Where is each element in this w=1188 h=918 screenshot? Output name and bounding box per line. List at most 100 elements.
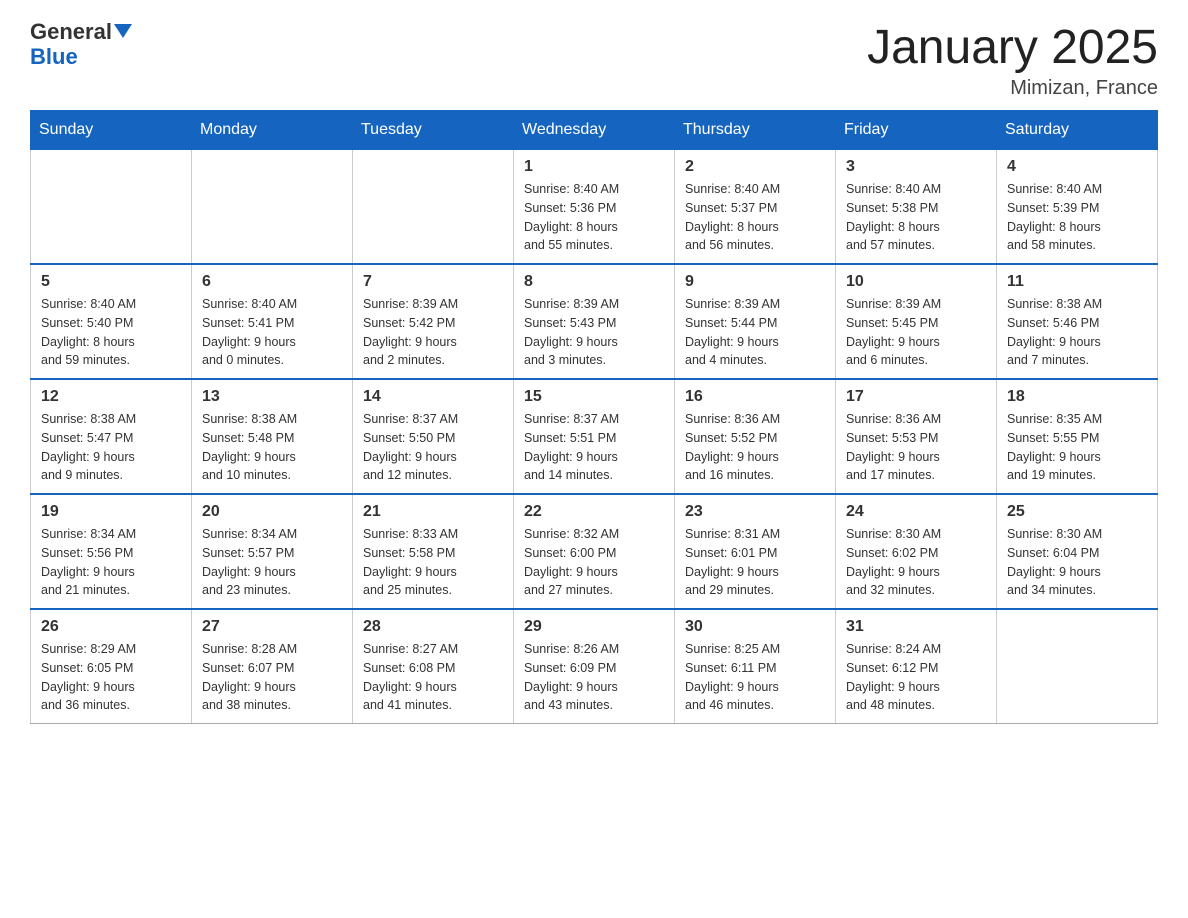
calendar-cell: 19 Sunrise: 8:34 AM Sunset: 5:56 PM Dayli…	[31, 494, 192, 609]
main-title: January 2025	[867, 20, 1158, 75]
calendar-week-1: 1Sunrise: 8:40 AM Sunset: 5:36 PM Daylig…	[31, 150, 1158, 265]
day-number: 9	[685, 273, 825, 291]
day-info: Sunrise: 8:40 AM Sunset: 5:40 PM Dayligh…	[41, 295, 181, 370]
calendar-cell: 16 Sunrise: 8:36 AM Sunset: 5:52 PM Dayli…	[675, 379, 836, 494]
day-number: 10	[846, 273, 986, 291]
day-info: Sunrise: 8:40 AM Sunset: 5:39 PM Dayligh…	[1007, 180, 1147, 255]
day-number: 26	[41, 618, 181, 636]
day-info: Sunrise: 8:27 AM Sunset: 6:08 PM Dayligh…	[363, 640, 503, 715]
calendar-cell: 8 Sunrise: 8:39 AM Sunset: 5:43 PM Daylig…	[514, 264, 675, 379]
calendar-cell: 3 Sunrise: 8:40 AM Sunset: 5:38 PM Daylig…	[836, 150, 997, 265]
day-info: Sunrise: 8:39 AM Sunset: 5:43 PM Dayligh…	[524, 295, 664, 370]
calendar-cell: 15Sunrise: 8:37 AM Sunset: 5:51 PM Dayli…	[514, 379, 675, 494]
day-info: Sunrise: 8:35 AM Sunset: 5:55 PM Dayligh…	[1007, 410, 1147, 485]
day-number: 18	[1007, 388, 1147, 406]
day-number: 25	[1007, 503, 1147, 521]
page-header: General Blue January 2025 Mimizan, Franc…	[30, 20, 1158, 100]
calendar-cell: 30 Sunrise: 8:25 AM Sunset: 6:11 PM Dayli…	[675, 609, 836, 724]
day-number: 14	[363, 388, 503, 406]
calendar-week-4: 19 Sunrise: 8:34 AM Sunset: 5:56 PM Dayli…	[31, 494, 1158, 609]
title-section: January 2025 Mimizan, France	[867, 20, 1158, 100]
day-info: Sunrise: 8:26 AM Sunset: 6:09 PM Dayligh…	[524, 640, 664, 715]
day-info: Sunrise: 8:40 AM Sunset: 5:38 PM Dayligh…	[846, 180, 986, 255]
day-number: 24	[846, 503, 986, 521]
calendar-cell: 27Sunrise: 8:28 AM Sunset: 6:07 PM Dayli…	[192, 609, 353, 724]
calendar-cell: 11Sunrise: 8:38 AM Sunset: 5:46 PM Dayli…	[997, 264, 1158, 379]
calendar-header-friday: Friday	[836, 111, 997, 150]
day-number: 29	[524, 618, 664, 636]
calendar-table: SundayMondayTuesdayWednesdayThursdayFrid…	[30, 110, 1158, 724]
day-number: 6	[202, 273, 342, 291]
calendar-cell: 1Sunrise: 8:40 AM Sunset: 5:36 PM Daylig…	[514, 150, 675, 265]
day-info: Sunrise: 8:40 AM Sunset: 5:41 PM Dayligh…	[202, 295, 342, 370]
day-info: Sunrise: 8:25 AM Sunset: 6:11 PM Dayligh…	[685, 640, 825, 715]
day-number: 30	[685, 618, 825, 636]
day-info: Sunrise: 8:39 AM Sunset: 5:44 PM Dayligh…	[685, 295, 825, 370]
logo-general: General	[30, 20, 112, 44]
day-number: 13	[202, 388, 342, 406]
calendar-cell: 21Sunrise: 8:33 AM Sunset: 5:58 PM Dayli…	[353, 494, 514, 609]
day-info: Sunrise: 8:38 AM Sunset: 5:48 PM Dayligh…	[202, 410, 342, 485]
day-info: Sunrise: 8:38 AM Sunset: 5:46 PM Dayligh…	[1007, 295, 1147, 370]
day-info: Sunrise: 8:34 AM Sunset: 5:57 PM Dayligh…	[202, 525, 342, 600]
calendar-cell: 20 Sunrise: 8:34 AM Sunset: 5:57 PM Dayli…	[192, 494, 353, 609]
day-info: Sunrise: 8:30 AM Sunset: 6:04 PM Dayligh…	[1007, 525, 1147, 600]
subtitle: Mimizan, France	[867, 77, 1158, 100]
day-info: Sunrise: 8:40 AM Sunset: 5:37 PM Dayligh…	[685, 180, 825, 255]
day-info: Sunrise: 8:30 AM Sunset: 6:02 PM Dayligh…	[846, 525, 986, 600]
calendar-cell: 5 Sunrise: 8:40 AM Sunset: 5:40 PM Daylig…	[31, 264, 192, 379]
day-number: 16	[685, 388, 825, 406]
calendar-cell	[997, 609, 1158, 724]
day-number: 3	[846, 158, 986, 176]
calendar-cell	[353, 150, 514, 265]
day-number: 23	[685, 503, 825, 521]
day-number: 8	[524, 273, 664, 291]
day-number: 5	[41, 273, 181, 291]
day-number: 20	[202, 503, 342, 521]
calendar-cell: 31 Sunrise: 8:24 AM Sunset: 6:12 PM Dayli…	[836, 609, 997, 724]
day-number: 12	[41, 388, 181, 406]
day-number: 17	[846, 388, 986, 406]
logo-blue: Blue	[30, 44, 78, 70]
day-number: 2	[685, 158, 825, 176]
day-number: 28	[363, 618, 503, 636]
calendar-cell: 26 Sunrise: 8:29 AM Sunset: 6:05 PM Dayli…	[31, 609, 192, 724]
calendar-cell: 14 Sunrise: 8:37 AM Sunset: 5:50 PM Dayli…	[353, 379, 514, 494]
day-info: Sunrise: 8:29 AM Sunset: 6:05 PM Dayligh…	[41, 640, 181, 715]
day-info: Sunrise: 8:34 AM Sunset: 5:56 PM Dayligh…	[41, 525, 181, 600]
day-info: Sunrise: 8:36 AM Sunset: 5:53 PM Dayligh…	[846, 410, 986, 485]
calendar-cell: 6 Sunrise: 8:40 AM Sunset: 5:41 PM Daylig…	[192, 264, 353, 379]
calendar-header-wednesday: Wednesday	[514, 111, 675, 150]
day-info: Sunrise: 8:36 AM Sunset: 5:52 PM Dayligh…	[685, 410, 825, 485]
day-info: Sunrise: 8:32 AM Sunset: 6:00 PM Dayligh…	[524, 525, 664, 600]
day-info: Sunrise: 8:39 AM Sunset: 5:42 PM Dayligh…	[363, 295, 503, 370]
day-info: Sunrise: 8:38 AM Sunset: 5:47 PM Dayligh…	[41, 410, 181, 485]
day-info: Sunrise: 8:39 AM Sunset: 5:45 PM Dayligh…	[846, 295, 986, 370]
day-number: 31	[846, 618, 986, 636]
logo: General Blue	[30, 20, 132, 70]
day-number: 19	[41, 503, 181, 521]
calendar-header-tuesday: Tuesday	[353, 111, 514, 150]
calendar-week-5: 26 Sunrise: 8:29 AM Sunset: 6:05 PM Dayli…	[31, 609, 1158, 724]
calendar-cell: 9 Sunrise: 8:39 AM Sunset: 5:44 PM Daylig…	[675, 264, 836, 379]
day-info: Sunrise: 8:37 AM Sunset: 5:51 PM Dayligh…	[524, 410, 664, 485]
day-number: 4	[1007, 158, 1147, 176]
calendar-cell: 13 Sunrise: 8:38 AM Sunset: 5:48 PM Dayli…	[192, 379, 353, 494]
calendar-week-3: 12 Sunrise: 8:38 AM Sunset: 5:47 PM Dayli…	[31, 379, 1158, 494]
calendar-cell: 24 Sunrise: 8:30 AM Sunset: 6:02 PM Dayli…	[836, 494, 997, 609]
day-info: Sunrise: 8:31 AM Sunset: 6:01 PM Dayligh…	[685, 525, 825, 600]
calendar-cell: 17 Sunrise: 8:36 AM Sunset: 5:53 PM Dayli…	[836, 379, 997, 494]
calendar-header-saturday: Saturday	[997, 111, 1158, 150]
calendar-header-thursday: Thursday	[675, 111, 836, 150]
calendar-cell: 18 Sunrise: 8:35 AM Sunset: 5:55 PM Dayli…	[997, 379, 1158, 494]
day-number: 1	[524, 158, 664, 176]
day-info: Sunrise: 8:37 AM Sunset: 5:50 PM Dayligh…	[363, 410, 503, 485]
day-number: 22	[524, 503, 664, 521]
calendar-cell: 10 Sunrise: 8:39 AM Sunset: 5:45 PM Dayli…	[836, 264, 997, 379]
day-number: 21	[363, 503, 503, 521]
calendar-header-sunday: Sunday	[31, 111, 192, 150]
calendar-cell	[31, 150, 192, 265]
day-info: Sunrise: 8:24 AM Sunset: 6:12 PM Dayligh…	[846, 640, 986, 715]
day-info: Sunrise: 8:28 AM Sunset: 6:07 PM Dayligh…	[202, 640, 342, 715]
calendar-header-row: SundayMondayTuesdayWednesdayThursdayFrid…	[31, 111, 1158, 150]
